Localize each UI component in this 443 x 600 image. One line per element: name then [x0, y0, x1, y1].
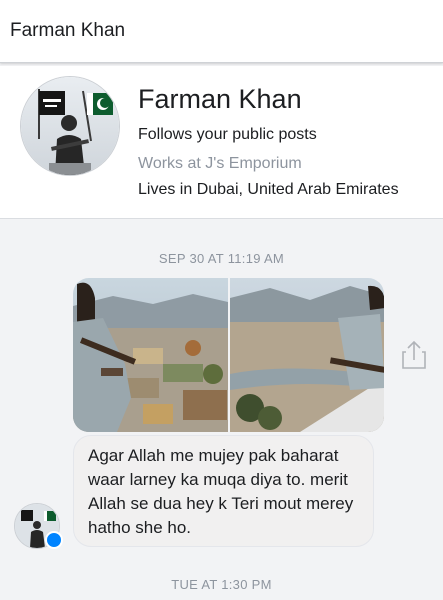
message-photo[interactable] — [73, 278, 228, 432]
share-icon[interactable] — [401, 340, 427, 370]
profile-avatar[interactable] — [20, 76, 120, 176]
conversation-header: Farman Khan — [0, 0, 443, 63]
timestamp: SEP 30 AT 11:19 AM — [158, 251, 285, 266]
profile-location: Lives in Dubai, United Arab Emirates — [138, 181, 399, 198]
profile-name: Farman Khan — [138, 84, 302, 114]
profile-follows: Follows your public posts — [138, 126, 317, 143]
message-photo-group[interactable] — [73, 278, 384, 432]
message-photo[interactable] — [230, 278, 384, 432]
conversation-title: Farman Khan — [10, 20, 126, 41]
timestamp: TUE AT 1:30 PM — [171, 577, 272, 592]
profile-work: Works at J's Emporium — [138, 155, 302, 172]
messenger-badge-icon — [45, 531, 63, 549]
message-bubble[interactable]: Agar Allah me mujey pak baharat waar lar… — [73, 435, 374, 547]
profile-card: Farman Khan Follows your public posts Wo… — [0, 66, 443, 219]
message-text: Agar Allah me mujey pak baharat waar lar… — [88, 446, 354, 537]
